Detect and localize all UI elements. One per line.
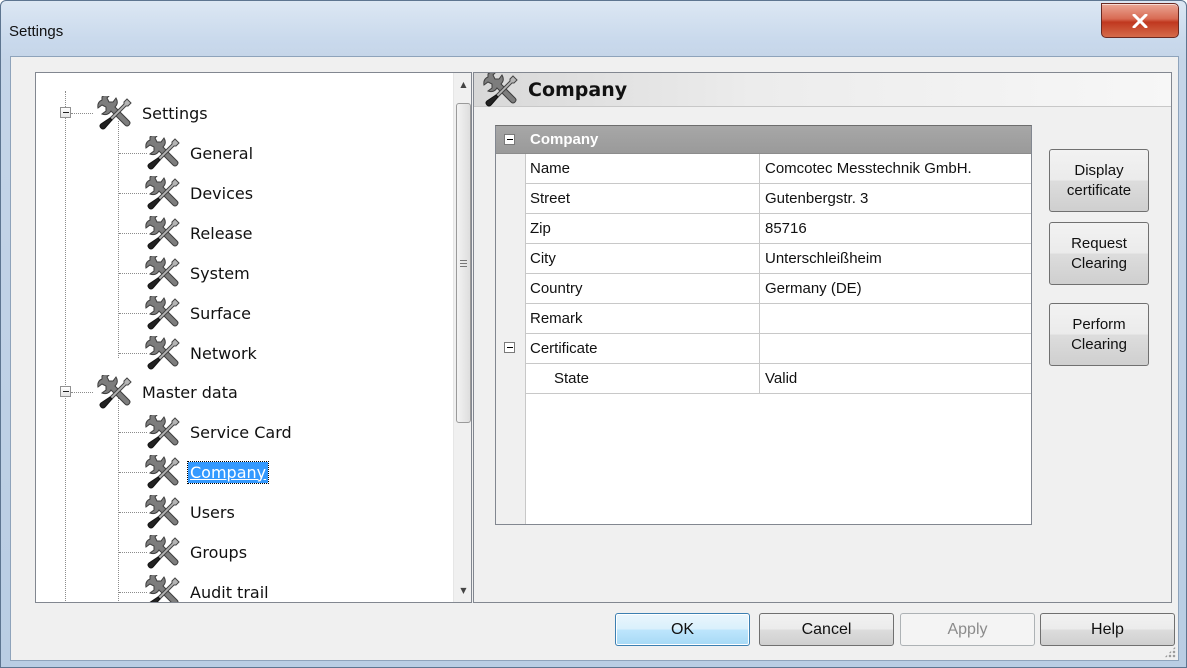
scroll-up-arrow-icon[interactable]: ▲	[454, 75, 471, 94]
tree-item-surface[interactable]: Surface	[142, 295, 253, 331]
collapse-certificate-expander[interactable]	[504, 342, 515, 353]
tree-item-audit-trail[interactable]: Audit trail	[142, 574, 271, 603]
perform-clearing-button[interactable]: Perform Clearing	[1049, 303, 1149, 366]
resize-grip-icon[interactable]	[1164, 646, 1176, 658]
property-row[interactable]: Remark	[526, 304, 1031, 334]
tree-item-label: Master data	[142, 382, 238, 402]
tree-item-label: Users	[190, 502, 235, 522]
property-row[interactable]: Street Gutenbergstr. 3	[526, 184, 1031, 214]
property-key: Country	[530, 280, 583, 297]
property-key: City	[530, 250, 556, 267]
scroll-thumb[interactable]	[456, 103, 471, 423]
collapse-master-data-expander[interactable]	[60, 386, 71, 397]
close-icon	[1132, 13, 1148, 28]
apply-button[interactable]: Apply	[900, 613, 1035, 646]
property-row[interactable]: State Valid	[526, 364, 1031, 394]
scroll-down-arrow-icon[interactable]: ▼	[454, 581, 471, 600]
tree-item-label: Company	[186, 460, 270, 484]
tools-icon	[94, 96, 134, 130]
request-clearing-button[interactable]: Request Clearing	[1049, 222, 1149, 285]
ok-button[interactable]: OK	[615, 613, 750, 646]
category-label: Company	[530, 131, 599, 148]
tree-item-label: Audit trail	[190, 582, 269, 602]
cancel-button[interactable]: Cancel	[759, 613, 894, 646]
tools-icon	[142, 575, 182, 603]
property-row[interactable]: Country Germany (DE)	[526, 274, 1031, 304]
category-header-company[interactable]: Company	[496, 126, 1031, 154]
tree-item-label: Network	[190, 343, 257, 363]
tools-icon	[142, 296, 182, 330]
property-row[interactable]: City Unterschleißheim	[526, 244, 1031, 274]
tree-item-label: Release	[190, 223, 253, 243]
tools-icon	[142, 136, 182, 170]
settings-tree[interactable]: Settings General Devices Release System	[35, 72, 472, 603]
property-value[interactable]: Unterschleißheim	[759, 244, 1027, 273]
tree-item-devices[interactable]: Devices	[142, 175, 255, 211]
property-group-label: Certificate	[530, 340, 598, 357]
tree-item-label: System	[190, 263, 250, 283]
tree-item-system[interactable]: System	[142, 255, 252, 291]
tools-icon	[480, 73, 520, 107]
tree-item-network[interactable]: Network	[142, 335, 259, 371]
property-key: Name	[530, 160, 571, 177]
collapse-company-expander[interactable]	[504, 134, 515, 145]
tools-icon	[142, 455, 182, 489]
property-key: Zip	[530, 220, 551, 237]
property-value[interactable]: Valid	[759, 364, 1027, 393]
display-certificate-button[interactable]: Display certificate	[1049, 149, 1149, 212]
tree-item-label: Devices	[190, 183, 254, 203]
property-key: Street	[530, 190, 571, 207]
tree-item-release[interactable]: Release	[142, 215, 255, 251]
tree-item-label: Surface	[190, 303, 251, 323]
collapse-settings-expander[interactable]	[60, 107, 71, 118]
property-row[interactable]: Zip 85716	[526, 214, 1031, 244]
tree-item-users[interactable]: Users	[142, 494, 237, 530]
panel-header: Company	[474, 73, 1171, 107]
property-row[interactable]: Name Comcotec Messtechnik GmbH.	[526, 154, 1031, 184]
company-panel: Company Company Name Comcotec Messtechni…	[473, 72, 1172, 603]
panel-title: Company	[528, 78, 628, 101]
window-title: Settings	[9, 23, 64, 40]
tree-item-groups[interactable]: Groups	[142, 534, 249, 570]
tree-item-service-card[interactable]: Service Card	[142, 414, 294, 450]
tree-item-master-data[interactable]: Master data	[94, 374, 240, 410]
tree-item-company[interactable]: Company	[142, 454, 270, 490]
tools-icon	[142, 176, 182, 210]
property-group-certificate[interactable]: Certificate	[526, 334, 1031, 364]
tools-icon	[94, 375, 134, 409]
property-key: State	[554, 370, 590, 387]
company-property-grid[interactable]: Company Name Comcotec Messtechnik GmbH. …	[495, 125, 1032, 525]
tools-icon	[142, 256, 182, 290]
tree-item-label: General	[190, 143, 254, 163]
tree-item-label: Service Card	[190, 422, 292, 442]
dialog-client: Settings General Devices Release System	[10, 56, 1179, 661]
property-value[interactable]	[759, 304, 1027, 333]
tools-icon	[142, 495, 182, 529]
property-key: Remark	[530, 310, 583, 327]
tree-item-label: Groups	[190, 542, 248, 562]
tree-item-general[interactable]: General	[142, 135, 255, 171]
tools-icon	[142, 415, 182, 449]
help-button[interactable]: Help	[1040, 613, 1175, 646]
tools-icon	[142, 336, 182, 370]
property-value	[759, 334, 1027, 363]
tools-icon	[142, 535, 182, 569]
tree-item-label: Settings	[142, 103, 208, 123]
property-value[interactable]: Germany (DE)	[759, 274, 1027, 303]
property-value[interactable]: Comcotec Messtechnik GmbH.	[759, 154, 1027, 183]
tree-item-settings[interactable]: Settings	[94, 95, 210, 131]
property-value[interactable]: 85716	[759, 214, 1027, 243]
tools-icon	[142, 216, 182, 250]
close-button[interactable]	[1101, 3, 1179, 38]
property-value[interactable]: Gutenbergstr. 3	[759, 184, 1027, 213]
settings-window: Settings Settings General Devices Releas…	[0, 0, 1187, 668]
tree-scrollbar[interactable]: ▲ ▼	[453, 73, 471, 602]
